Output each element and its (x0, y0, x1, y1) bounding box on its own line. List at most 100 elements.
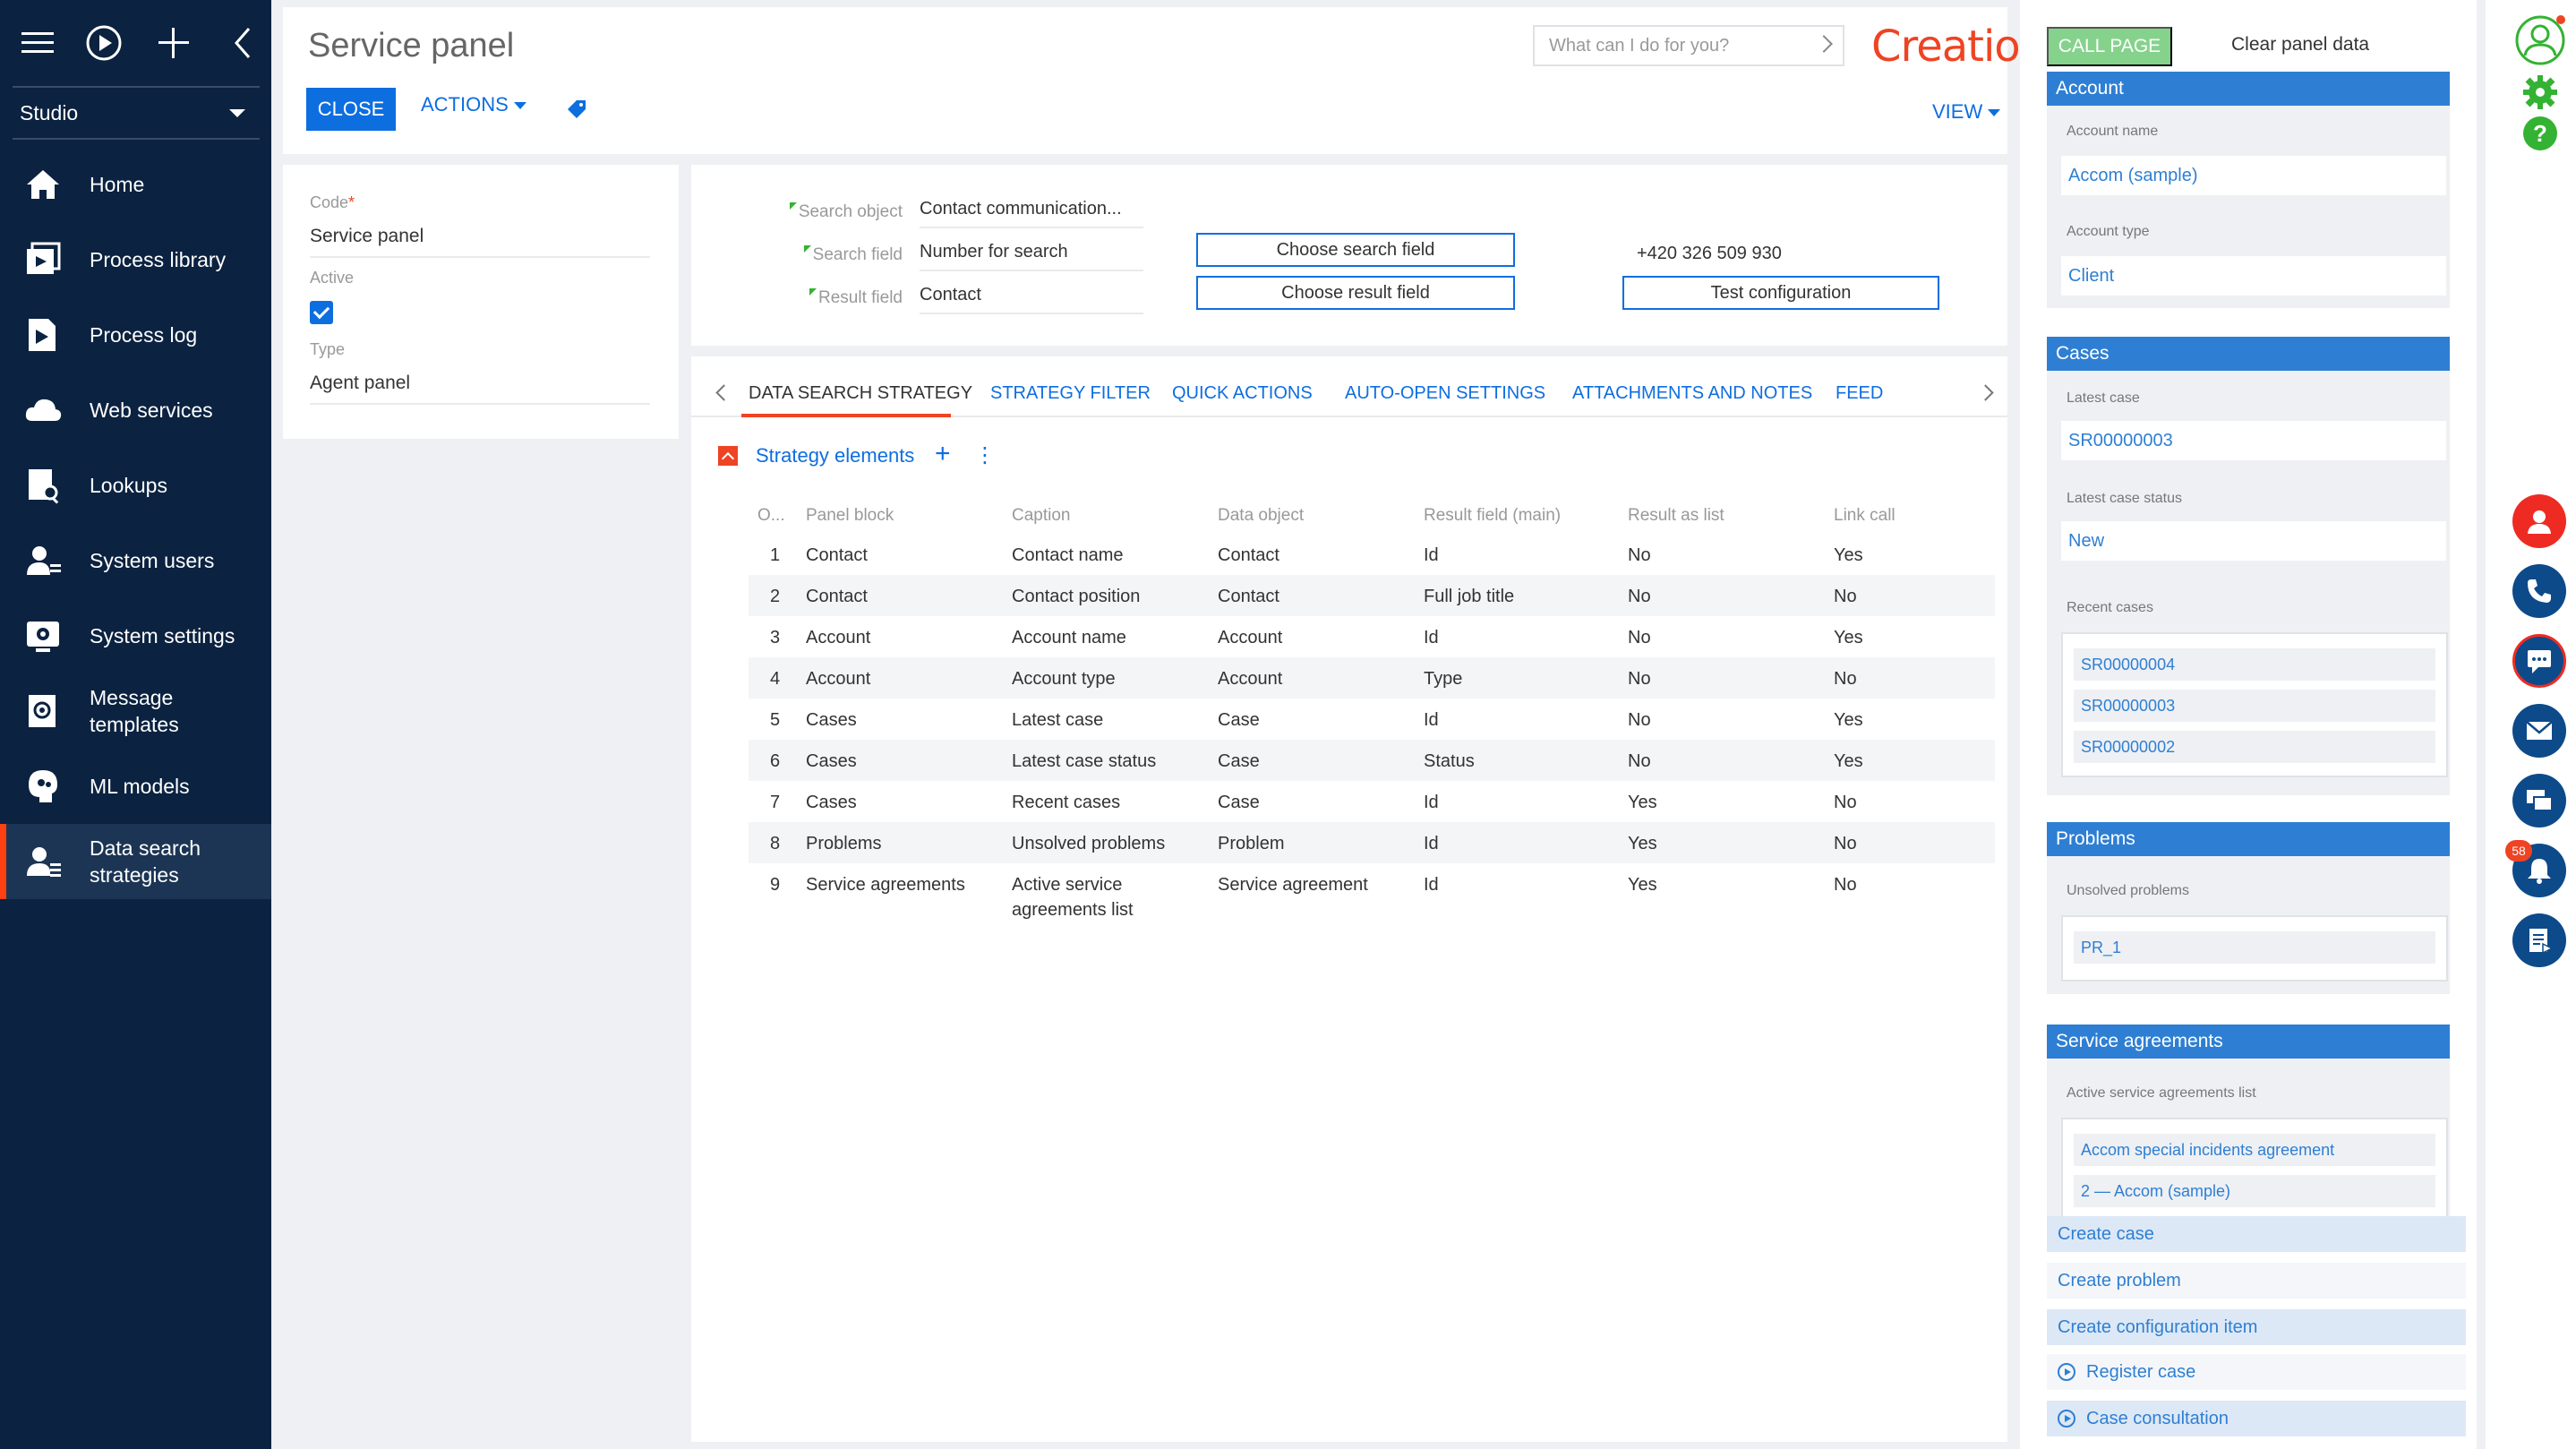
sidebar-item-home[interactable]: Home (0, 147, 271, 222)
column-header-caption[interactable]: Caption (1012, 503, 1071, 528)
tab-scroll-left-icon[interactable] (715, 384, 732, 401)
active-tab-indicator (741, 414, 951, 417)
tab-feed[interactable]: FEED (1836, 383, 1883, 404)
cell-link-call: No (1834, 793, 1857, 812)
table-row[interactable]: 5 Cases Latest case Case Id No Yes (749, 699, 1995, 740)
feed-button[interactable] (2512, 774, 2566, 827)
tab-attachments-and-notes[interactable]: ATTACHMENTS AND NOTES (1572, 383, 1812, 404)
list-item[interactable]: SR00000003 (2074, 690, 2435, 722)
test-configuration-button[interactable]: Test configuration (1622, 276, 1939, 310)
sidebar-item-ml-models[interactable]: ML models (0, 749, 271, 824)
menu-icon[interactable] (18, 23, 57, 63)
chevron-right-icon[interactable] (1815, 35, 1833, 53)
search-field-field[interactable]: Number for search (920, 242, 1143, 271)
register-case-action[interactable]: Register case (2047, 1354, 2466, 1390)
tab-strategy-filter[interactable]: STRATEGY FILTER (990, 383, 1151, 404)
view-button[interactable]: VIEW (1932, 100, 2001, 124)
table-row[interactable]: 7 Cases Recent cases Case Id Yes No (749, 781, 1995, 822)
list-item[interactable]: 2 — Accom (sample) (2074, 1175, 2435, 1207)
sidebar-item-lookups[interactable]: Lookups (0, 448, 271, 523)
sidebar-item-system-users[interactable]: System users (0, 523, 271, 598)
active-label: Active (310, 269, 355, 287)
account-type-value[interactable]: Client (2061, 256, 2446, 296)
tab-data-search-strategy[interactable]: DATA SEARCH STRATEGY (749, 383, 972, 404)
case-consultation-action[interactable]: Case consultation (2047, 1401, 2466, 1436)
table-row[interactable]: 9 Service agreements Active service agreem… (749, 863, 1995, 921)
close-button[interactable]: CLOSE (306, 88, 396, 131)
column-header-result-field[interactable]: Result field (main) (1424, 503, 1561, 528)
list-item[interactable]: Accom special incidents agreement (2074, 1134, 2435, 1166)
cell-caption: Contact name (1012, 545, 1124, 565)
sidebar-item-message-templates[interactable]: Message templates (0, 673, 271, 749)
create-configuration-item-action[interactable]: Create configuration item (2047, 1309, 2466, 1345)
cell-data-object: Contact (1218, 587, 1279, 606)
workplace-selector[interactable]: Studio (13, 86, 260, 140)
help-icon[interactable]: ? (2521, 115, 2559, 152)
cell-result-as-list: Yes (1628, 834, 1657, 853)
latest-case-value[interactable]: SR00000003 (2061, 421, 2446, 460)
call-page-button[interactable]: CALL PAGE (2047, 27, 2172, 66)
add-record-button[interactable]: + (935, 439, 951, 469)
collapse-icon[interactable] (718, 446, 738, 466)
sidebar-item-label: Message templates (90, 686, 179, 736)
create-case-action[interactable]: Create case (2047, 1216, 2466, 1252)
table-row[interactable]: 8 Problems Unsolved problems Problem Id Yes No (749, 822, 1995, 863)
detail-title[interactable]: Strategy elements (756, 444, 914, 467)
table-row[interactable]: 3 Account Account name Account Id No Yes (749, 616, 1995, 657)
collapse-sidebar-icon[interactable] (224, 23, 263, 63)
processes-button[interactable] (2512, 913, 2566, 967)
tab-quick-actions[interactable]: QUICK ACTIONS (1172, 383, 1313, 404)
list-item[interactable]: SR00000004 (2074, 648, 2435, 681)
profile-icon[interactable] (2514, 14, 2566, 66)
run-process-icon (2058, 1410, 2075, 1428)
email-button[interactable] (2512, 704, 2566, 758)
contact-button[interactable] (2512, 494, 2566, 548)
test-phone-value[interactable]: +420 326 509 930 (1637, 244, 1782, 264)
clear-panel-data-link[interactable]: Clear panel data (2231, 34, 2369, 56)
search-object-field[interactable]: Contact communication... (920, 199, 1143, 228)
tab-auto-open-settings[interactable]: AUTO-OPEN SETTINGS (1345, 383, 1545, 404)
type-field[interactable]: Agent panel (310, 373, 650, 405)
column-header-data-object[interactable]: Data object (1218, 503, 1304, 528)
grid-body: 1 Contact Contact name Contact Id No Yes 2 Conta… (749, 534, 1995, 921)
column-header-result-as-list[interactable]: Result as list (1628, 503, 1724, 528)
list-item[interactable]: SR00000002 (2074, 731, 2435, 763)
problems-section-header[interactable]: Problems (2047, 822, 2450, 856)
table-row[interactable]: 4 Account Account type Account Type No No (749, 657, 1995, 699)
table-row[interactable]: 6 Cases Latest case status Case Status No Yes (749, 740, 1995, 781)
cell-result-as-list: Yes (1628, 793, 1657, 812)
calls-button[interactable] (2512, 564, 2566, 618)
table-row[interactable]: 2 Contact Contact position Contact Full job … (749, 575, 1995, 616)
table-row[interactable]: 1 Contact Contact name Contact Id No Yes (749, 534, 1995, 575)
account-section-header[interactable]: Account (2047, 72, 2450, 106)
page-title: Service panel (308, 27, 515, 64)
more-options-icon[interactable]: ⋮ (974, 442, 996, 468)
add-icon[interactable] (154, 23, 193, 63)
sidebar-item-web-services[interactable]: Web services (0, 373, 271, 448)
sidebar-item-process-log[interactable]: Process log (0, 297, 271, 373)
chat-button[interactable] (2512, 634, 2566, 688)
cases-section-header[interactable]: Cases (2047, 337, 2450, 371)
list-item[interactable]: PR_1 (2074, 931, 2435, 964)
column-header-panel-block[interactable]: Panel block (806, 503, 894, 528)
account-name-value[interactable]: Accom (sample) (2061, 156, 2446, 195)
result-field-field[interactable]: Contact (920, 285, 1143, 314)
latest-case-status-value[interactable]: New (2061, 521, 2446, 561)
command-search-input[interactable]: What can I do for you? (1533, 25, 1844, 66)
column-header-link-call[interactable]: Link call (1834, 503, 1896, 528)
tab-scroll-right-icon[interactable] (1977, 384, 1994, 401)
tag-icon[interactable] (564, 97, 587, 120)
choose-result-field-button[interactable]: Choose result field (1196, 276, 1515, 310)
column-header-order[interactable]: O... (757, 503, 785, 528)
service-agreements-section-header[interactable]: Service agreements (2047, 1025, 2450, 1059)
sidebar-item-data-search-strategies[interactable]: Data search strategies (0, 824, 271, 899)
run-process-icon[interactable] (84, 23, 124, 63)
sidebar-item-process-library[interactable]: Process library (0, 222, 271, 297)
choose-search-field-button[interactable]: Choose search field (1196, 233, 1515, 267)
code-field[interactable]: Service panel (310, 226, 650, 258)
active-checkbox[interactable] (310, 301, 333, 324)
gear-icon[interactable] (2521, 73, 2559, 111)
actions-button[interactable]: ACTIONS (421, 93, 526, 116)
create-problem-action[interactable]: Create problem (2047, 1263, 2466, 1299)
sidebar-item-system-settings[interactable]: System settings (0, 598, 271, 673)
